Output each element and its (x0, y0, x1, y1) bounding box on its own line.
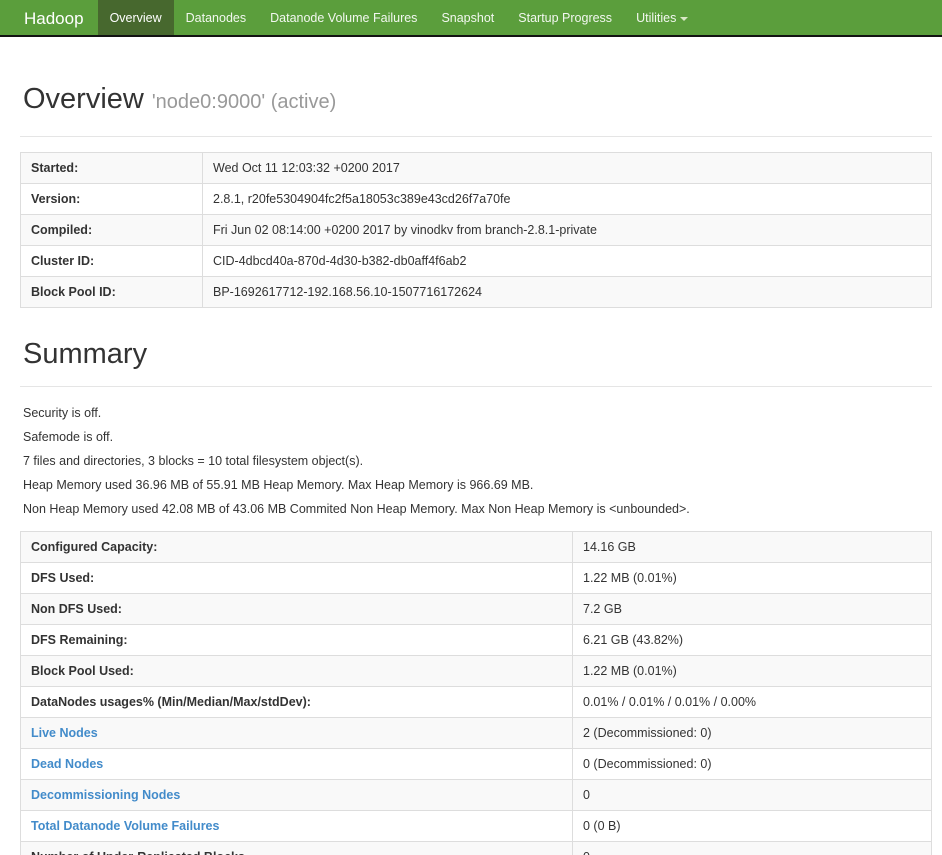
summary-title: Summary (23, 338, 148, 371)
live-nodes-link[interactable]: Live Nodes (31, 726, 98, 740)
total-datanode-volume-failures-link[interactable]: Total Datanode Volume Failures (31, 819, 219, 833)
metric-value: 0.01% / 0.01% / 0.01% / 0.00% (572, 685, 932, 718)
info-value: 2.8.1, r20fe5304904fc2f5a18053c389e43cd2… (202, 183, 932, 216)
nav-tab-datanodes[interactable]: Datanodes (174, 0, 258, 35)
table-row: Configured Capacity: 14.16 GB (20, 530, 932, 563)
table-row: Live Nodes 2 (Decommissioned: 0) (20, 716, 932, 749)
non-heap-memory-text: Non Heap Memory used 42.08 MB of 43.06 M… (23, 501, 690, 516)
metric-label: Dead Nodes (20, 747, 573, 780)
table-row: DFS Used: 1.22 MB (0.01%) (20, 561, 932, 594)
page-title-subtitle: 'node0:9000' (active) (151, 91, 337, 113)
top-navbar: Hadoop Overview Datanodes Datanode Volum… (0, 0, 942, 37)
info-label: Started: (20, 152, 203, 185)
info-value: BP-1692617712-192.168.56.10-150771617262… (202, 276, 932, 309)
overview-info-table: Started: Wed Oct 11 12:03:32 +0200 2017 … (20, 152, 932, 309)
decommissioning-nodes-link[interactable]: Decommissioning Nodes (31, 788, 180, 802)
metric-label: Block Pool Used: (20, 654, 573, 687)
metric-label: Decommissioning Nodes (20, 778, 573, 811)
info-value: CID-4dbcd40a-870d-4d30-b382-db0aff4f6ab2 (202, 245, 932, 278)
table-row: Total Datanode Volume Failures 0 (0 B) (20, 809, 932, 842)
metric-label: DFS Used: (20, 561, 573, 594)
table-row: Block Pool Used: 1.22 MB (0.01%) (20, 654, 932, 687)
nav-tab-datanode-volume-failures[interactable]: Datanode Volume Failures (258, 0, 429, 35)
table-row: Cluster ID: CID-4dbcd40a-870d-4d30-b382-… (20, 245, 932, 278)
metric-label: Non DFS Used: (20, 592, 573, 625)
info-label: Block Pool ID: (20, 276, 203, 309)
nav-tab-utilities-label: Utilities (636, 11, 677, 25)
summary-table: Configured Capacity: 14.16 GB DFS Used: … (20, 530, 932, 855)
heap-memory-text: Heap Memory used 36.96 MB of 55.91 MB He… (23, 477, 534, 492)
dead-nodes-link[interactable]: Dead Nodes (31, 757, 103, 771)
info-label: Compiled: (20, 214, 203, 247)
table-row: Block Pool ID: BP-1692617712-192.168.56.… (20, 276, 932, 309)
info-value: Wed Oct 11 12:03:32 +0200 2017 (202, 152, 932, 185)
nav-tab-overview[interactable]: Overview (97, 0, 174, 35)
metric-value: 6.21 GB (43.82%) (572, 623, 932, 656)
nav-tab-utilities-dropdown[interactable]: Utilities (624, 0, 700, 35)
table-row: DFS Remaining: 6.21 GB (43.82%) (20, 623, 932, 656)
table-row: Compiled: Fri Jun 02 08:14:00 +0200 2017… (20, 214, 932, 247)
info-label: Cluster ID: (20, 245, 203, 278)
metric-label: DataNodes usages% (Min/Median/Max/stdDev… (20, 685, 573, 718)
metric-value: 0 (0 B) (572, 809, 932, 842)
navbar-brand: Hadoop (24, 9, 84, 28)
metric-label: Live Nodes (20, 716, 573, 749)
metric-value: 0 (572, 778, 932, 811)
metric-value: 7.2 GB (572, 592, 932, 625)
metric-value: 1.22 MB (0.01%) (572, 561, 932, 594)
page-title-text: Overview (23, 83, 144, 115)
metric-label: Configured Capacity: (20, 530, 573, 563)
table-row: Decommissioning Nodes 0 (20, 778, 932, 811)
nav-tab-snapshot[interactable]: Snapshot (429, 0, 506, 35)
metric-label: DFS Remaining: (20, 623, 573, 656)
metric-value: 0 (572, 840, 932, 855)
metric-value: 0 (Decommissioned: 0) (572, 747, 932, 780)
metric-value: 2 (Decommissioned: 0) (572, 716, 932, 749)
divider (20, 136, 932, 138)
metric-value: 1.22 MB (0.01%) (572, 654, 932, 687)
table-row: Non DFS Used: 7.2 GB (20, 592, 932, 625)
info-label: Version: (20, 183, 203, 216)
security-status-text: Security is off. (23, 405, 102, 420)
metric-value: 14.16 GB (572, 530, 932, 563)
page-title: Overview 'node0:9000' (active) (23, 83, 932, 116)
safemode-status-text: Safemode is off. (23, 429, 114, 444)
table-row: Dead Nodes 0 (Decommissioned: 0) (20, 747, 932, 780)
divider (20, 385, 932, 387)
metric-label: Number of Under-Replicated Blocks (20, 840, 573, 855)
caret-down-icon (680, 16, 689, 21)
table-row: Version: 2.8.1, r20fe5304904fc2f5a18053c… (20, 183, 932, 216)
table-row: DataNodes usages% (Min/Median/Max/stdDev… (20, 685, 932, 718)
nav-tab-startup-progress[interactable]: Startup Progress (506, 0, 624, 35)
table-row: Number of Under-Replicated Blocks 0 (20, 840, 932, 855)
info-value: Fri Jun 02 08:14:00 +0200 2017 by vinodk… (202, 214, 932, 247)
filesystem-objects-text: 7 files and directories, 3 blocks = 10 t… (23, 453, 364, 468)
table-row: Started: Wed Oct 11 12:03:32 +0200 2017 (20, 152, 932, 185)
metric-label: Total Datanode Volume Failures (20, 809, 573, 842)
